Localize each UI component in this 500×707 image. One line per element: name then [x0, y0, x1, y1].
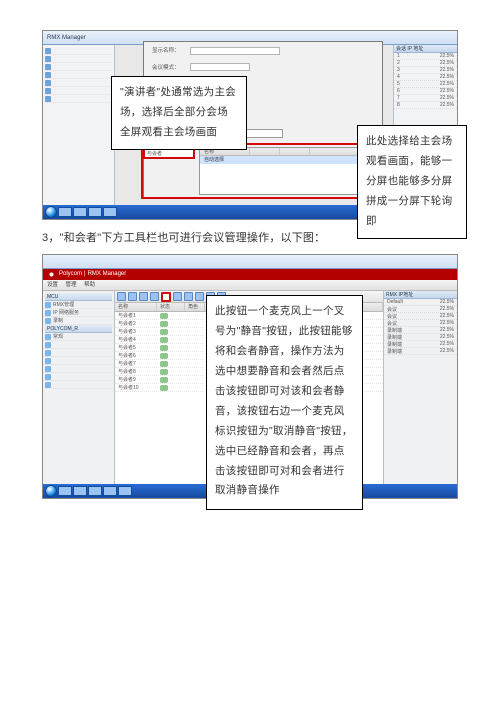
nav-item[interactable]: [45, 341, 112, 349]
layout-highlight: 与会者 名称 自动选择: [141, 143, 385, 199]
right-panel: RMX IP地址 Default22.5%会议22.5%会议22.5%会议22.…: [383, 291, 457, 484]
list-item[interactable]: 122.5%: [394, 53, 457, 60]
list-item[interactable]: 录制端22.5%: [384, 334, 457, 341]
menu-item[interactable]: 设置: [47, 282, 58, 288]
display-name-input[interactable]: [190, 47, 280, 55]
taskbar-item[interactable]: [88, 207, 102, 217]
brand-bar: Polycom | RMX Manager: [43, 269, 457, 280]
nav-item[interactable]: [45, 365, 112, 373]
nav-item[interactable]: [45, 95, 112, 103]
list-item[interactable]: Default22.5%: [384, 299, 457, 306]
taskbar-item[interactable]: [73, 486, 87, 496]
field-label: 显示名称：: [152, 46, 188, 54]
annotation-3: 此按钮一个麦克风上一个叉号为"静音"按钮，此按钮能够将和会者静音，操作方法为选中…: [206, 295, 363, 510]
left-header: MCU: [45, 293, 112, 301]
right-panel-header: RMX IP地址: [384, 291, 457, 299]
menu-bar: 设置 管理 帮助: [43, 280, 457, 291]
nav-item[interactable]: [45, 87, 112, 95]
list-item[interactable]: 录制端22.5%: [384, 341, 457, 348]
taskbar-item[interactable]: [73, 207, 87, 217]
taskbar-item[interactable]: [118, 486, 132, 496]
unmute-button[interactable]: [173, 292, 182, 301]
table-row[interactable]: 自动选择: [200, 156, 379, 164]
list-item[interactable]: 会议22.5%: [384, 320, 457, 327]
left-panel: [43, 45, 115, 205]
taskbar-item[interactable]: [103, 486, 117, 496]
screenshot-1: RMX Manager 显示名称： 会议模式：: [42, 30, 458, 220]
taskbar-item[interactable]: [103, 207, 117, 217]
nav-item[interactable]: [45, 63, 112, 71]
toolbar-icon[interactable]: [117, 292, 126, 301]
list-item[interactable]: 录制端22.5%: [384, 327, 457, 334]
list-item[interactable]: 会议22.5%: [384, 306, 457, 313]
window-titlebar: [43, 255, 457, 269]
start-button[interactable]: [45, 485, 57, 497]
list-item[interactable]: 622.5%: [394, 88, 457, 95]
list-item[interactable]: 422.5%: [394, 74, 457, 81]
brand-text: Polycom: [59, 269, 82, 280]
polycom-logo-icon: [47, 270, 56, 279]
annotation-2: 此处选择给主会场观看画面，能够一分屏也能够多分屏拼成一分屏下轮询即: [357, 125, 467, 239]
menu-item[interactable]: 帮助: [84, 282, 95, 288]
nav-item[interactable]: [45, 349, 112, 357]
table-row[interactable]: [200, 164, 379, 172]
window-title: RMX Manager: [47, 35, 86, 41]
nav-item[interactable]: [45, 55, 112, 63]
nav-item[interactable]: [45, 71, 112, 79]
list-item[interactable]: 822.5%: [394, 102, 457, 109]
toolbar-icon[interactable]: [139, 292, 148, 301]
nav-item[interactable]: 录制: [45, 317, 112, 325]
nav-item[interactable]: 常规: [45, 333, 112, 341]
taskbar-item[interactable]: [58, 486, 72, 496]
start-button[interactable]: [45, 206, 57, 218]
left-header: POLYCOM_R: [45, 325, 112, 333]
toolbar-icon[interactable]: [150, 292, 159, 301]
list-item[interactable]: 录制端22.5%: [384, 348, 457, 355]
screenshot-2: Polycom | RMX Manager 设置 管理 帮助 MCU RMX管理…: [42, 254, 458, 499]
layout-table: 名称 自动选择: [199, 147, 380, 195]
list-item[interactable]: 322.5%: [394, 67, 457, 74]
nav-item[interactable]: [45, 357, 112, 365]
list-item[interactable]: 222.5%: [394, 60, 457, 67]
taskbar-item[interactable]: [58, 207, 72, 217]
toolbar-icon[interactable]: [128, 292, 137, 301]
list-item[interactable]: 522.5%: [394, 81, 457, 88]
conf-mode-input[interactable]: [190, 63, 250, 71]
table-row[interactable]: [200, 172, 379, 180]
nav-item[interactable]: [45, 47, 112, 55]
right-panel-header: 会话 IP 地址: [394, 45, 457, 53]
product-text: RMX Manager: [88, 269, 127, 280]
nav-item[interactable]: [45, 381, 112, 389]
nav-item[interactable]: [45, 79, 112, 87]
menu-item[interactable]: 管理: [66, 282, 77, 288]
toolbar-icon[interactable]: [184, 292, 193, 301]
taskbar-item[interactable]: [88, 486, 102, 496]
field-label: 会议模式：: [152, 63, 188, 71]
list-item[interactable]: 722.5%: [394, 95, 457, 102]
annotation-1: "演讲者"处通常选为主会场，选择后全部分会场全屏观看主会场画面: [111, 76, 247, 150]
nav-item[interactable]: [45, 373, 112, 381]
toolbar-icon[interactable]: [195, 292, 204, 301]
mute-button[interactable]: [161, 292, 171, 302]
nav-item[interactable]: IP 网络服务: [45, 309, 112, 317]
nav-item[interactable]: RMX管理: [45, 301, 112, 309]
list-item[interactable]: 会议22.5%: [384, 313, 457, 320]
left-panel: MCU RMX管理 IP 网络服务 录制 POLYCOM_R 常规: [43, 291, 115, 484]
